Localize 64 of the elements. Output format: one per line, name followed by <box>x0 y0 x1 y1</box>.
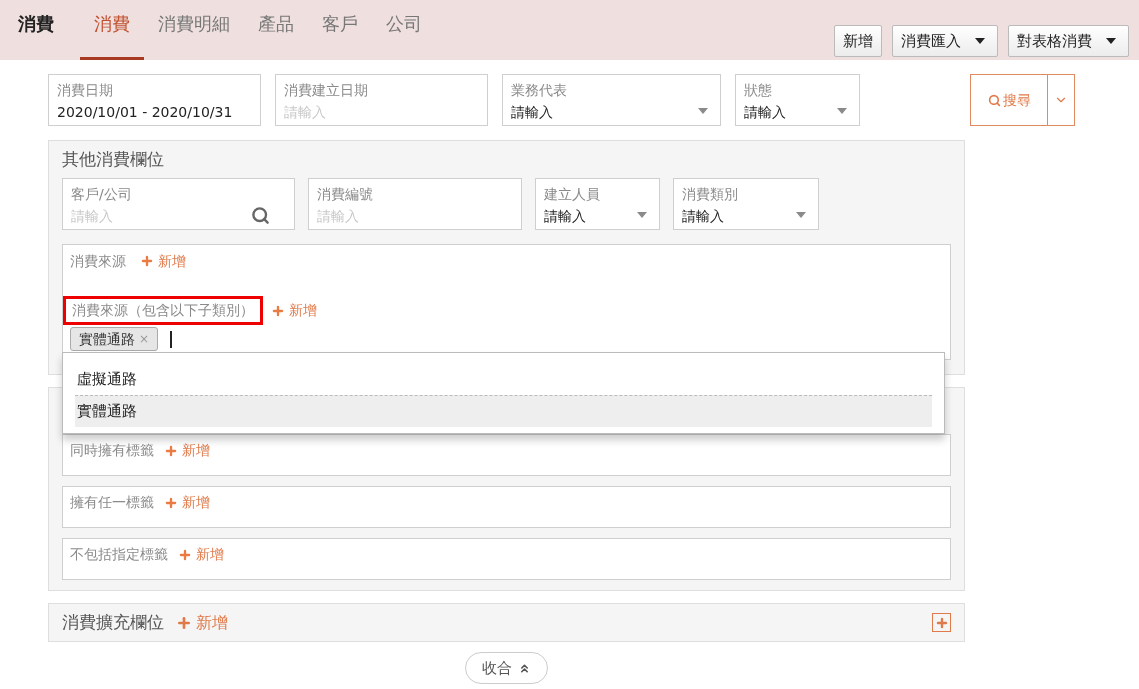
caret-icon <box>698 108 708 114</box>
field-label: 消費建立日期 <box>284 81 369 100</box>
filter-field[interactable]: 消費日期 2020/10/01 - 2020/10/31 <box>48 74 261 126</box>
caret-icon <box>637 212 647 218</box>
remove-tag-button[interactable]: × <box>139 330 150 348</box>
field-value: 請輸入 <box>744 103 786 122</box>
filter-field[interactable]: 建立人員 請輸入 <box>535 178 660 230</box>
add-link[interactable]: 新增 <box>164 492 210 513</box>
field-value: 2020/10/01 - 2020/10/31 <box>57 103 233 122</box>
field-label: 消費類別 <box>682 185 739 204</box>
field-value: 請輸入 <box>682 207 724 226</box>
search-split-button[interactable]: 搜尋 <box>970 74 1075 126</box>
nav-tab[interactable]: 公司 <box>372 0 436 60</box>
field-label: 消費來源（包含以下子類別） <box>63 296 263 325</box>
field-value: 請輸入 <box>511 103 553 122</box>
caret-icon <box>975 38 985 44</box>
dropdown-button[interactable]: 消費匯入 <box>892 25 998 57</box>
dropdown-option[interactable]: 實體通路 <box>75 395 932 427</box>
filter-field[interactable]: 狀態 請輸入 <box>735 74 860 126</box>
plus-icon <box>178 547 192 562</box>
nav-tab[interactable]: 客戶 <box>308 0 372 60</box>
panel-title: 其他消費欄位 <box>62 148 165 171</box>
add-link[interactable]: 新增 <box>178 544 224 565</box>
field-label: 狀態 <box>744 81 773 100</box>
nav-tab[interactable]: 產品 <box>244 0 308 60</box>
caret-icon <box>1106 38 1116 44</box>
search-icon[interactable] <box>251 206 270 225</box>
field-label: 不包括指定標籤 <box>70 545 168 564</box>
section-title: 消費擴充欄位 <box>62 610 164 634</box>
plus-icon <box>164 495 178 510</box>
search-icon <box>987 93 1001 107</box>
text-cursor <box>170 330 173 348</box>
dropdown-button[interactable]: 對表格消費 <box>1008 25 1129 57</box>
expand-icon[interactable] <box>932 613 951 632</box>
caret-icon <box>837 108 847 114</box>
filter-field[interactable]: 消費類別 請輸入 <box>673 178 819 230</box>
plus-icon <box>271 303 285 318</box>
field-label: 建立人員 <box>544 185 601 204</box>
tag-chip[interactable]: 實體通路 × <box>70 327 159 351</box>
caret-icon <box>796 212 806 218</box>
add-link[interactable]: 新增 <box>164 440 210 461</box>
add-link[interactable]: 新增 <box>176 610 228 635</box>
nav-tab[interactable]: 消費 <box>80 0 144 60</box>
field-label: 消費日期 <box>57 81 114 100</box>
plus-icon <box>164 443 178 458</box>
field-label: 消費來源 <box>70 251 126 271</box>
collapse-button[interactable]: 收合 <box>465 652 548 684</box>
add-link[interactable]: 新增 <box>140 250 186 272</box>
field-label: 擁有任一標籤 <box>70 493 154 512</box>
nav-tab[interactable]: 消費明細 <box>144 0 244 60</box>
plus-icon <box>140 254 154 268</box>
field-label: 同時擁有標籤 <box>70 441 154 460</box>
field-label: 消費編號 <box>317 185 374 204</box>
field-value: 請輸入 <box>544 207 586 226</box>
field-label: 客戶/公司 <box>71 185 133 204</box>
dropdown-option[interactable]: 虛擬通路 <box>75 363 932 395</box>
plus-icon <box>176 614 192 631</box>
app-title: 消費 <box>18 12 54 36</box>
add-button[interactable]: 新增 <box>834 25 882 57</box>
field-label: 業務代表 <box>511 81 568 100</box>
search-button[interactable]: 搜尋 <box>971 75 1047 125</box>
filter-field[interactable]: 業務代表 請輸入 <box>502 74 721 126</box>
add-link[interactable]: 新增 <box>271 300 317 321</box>
double-chevron-up-icon <box>518 661 531 675</box>
